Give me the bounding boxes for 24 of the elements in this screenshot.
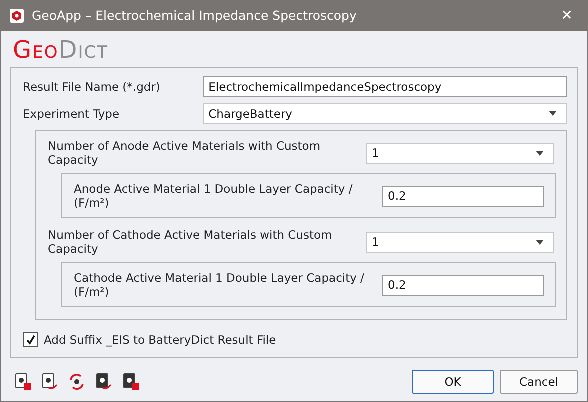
cancel-button[interactable]: Cancel [500, 370, 578, 394]
app-icon [10, 8, 24, 22]
dropdown[interactable]: 1 [366, 232, 554, 252]
reset-icon[interactable] [68, 372, 86, 390]
ok-button[interactable]: OK [412, 370, 494, 394]
input-field[interactable]: ElectrochemicalImpedanceSpectroscopy [202, 76, 567, 97]
field-label: Anode Active Material 1 Double Layer Capacity / (F/m²) [74, 182, 354, 210]
field-label: Number of Anode Active Materials with Custom Capacity [48, 139, 322, 167]
dropdown[interactable]: ChargeBattery [202, 103, 567, 124]
field-label: Number of Cathode Active Materials with Custom Capacity [48, 228, 334, 256]
dropdown[interactable]: 1 [366, 142, 554, 164]
checkbox[interactable] [23, 332, 38, 347]
input-field[interactable]: 0.2 [382, 186, 544, 206]
field-label: Cathode Active Material 1 Double Layer Capacity / (F/m²) [74, 271, 366, 299]
logo: GeoDict [13, 35, 108, 65]
caret-icon [549, 111, 557, 116]
checkbox-label: Add Suffix _EIS to BatteryDict Result File [44, 332, 276, 346]
caret-icon [536, 240, 544, 244]
input-field[interactable]: 0.2 [382, 274, 544, 296]
close-button[interactable]: ✕ [547, 0, 587, 31]
caret-icon [536, 150, 544, 156]
field-label: Result File Name (*.gdr) [23, 80, 162, 94]
window-title: GeoApp – Electrochemical Impedance Spectroscopy [32, 8, 358, 23]
field-label: Experiment Type [23, 106, 121, 120]
